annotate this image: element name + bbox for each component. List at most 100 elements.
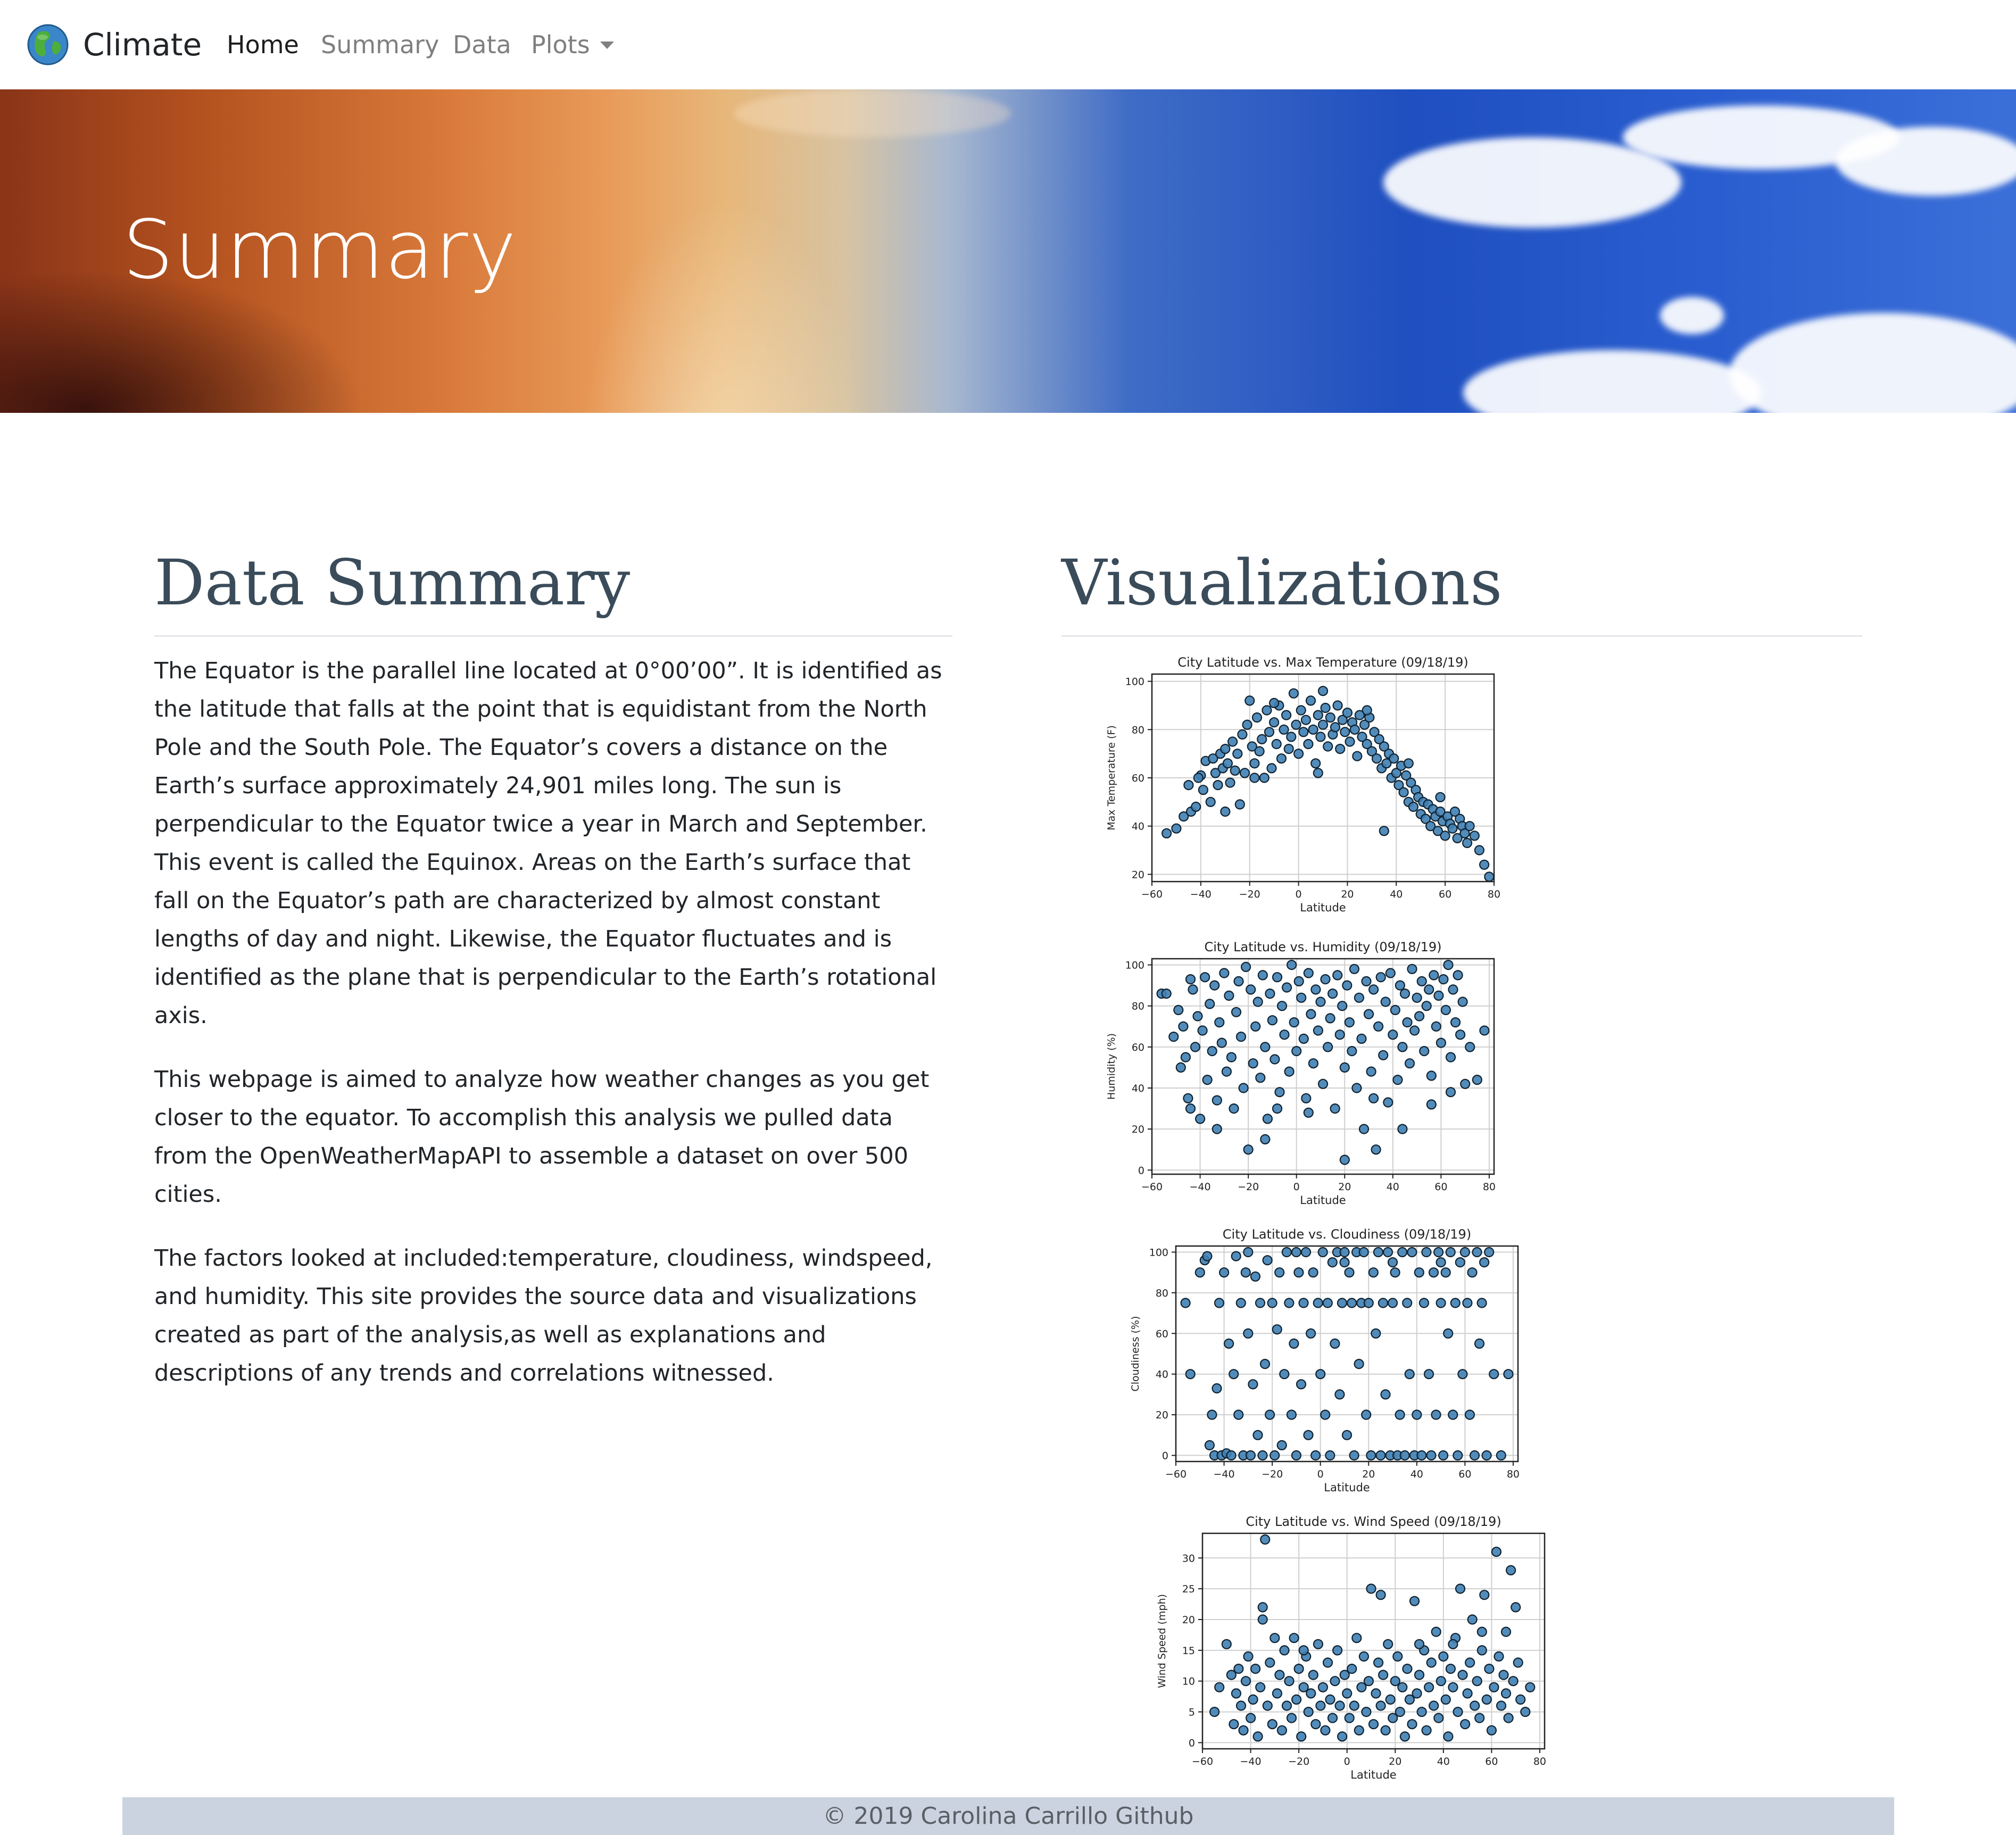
data-point [1248, 1694, 1258, 1705]
x-tick-label: −20 [1288, 1756, 1309, 1767]
x-tick-label: 20 [1341, 889, 1354, 900]
data-point [1240, 1676, 1251, 1687]
data-point [1423, 1369, 1434, 1380]
data-point [1325, 1013, 1335, 1024]
data-point [1421, 1247, 1432, 1258]
x-tick-label: −20 [1262, 1468, 1283, 1480]
data-point [1347, 1046, 1357, 1057]
data-point [1185, 974, 1196, 985]
humidity-chart[interactable]: City Latitude vs. Humidity (09/18/19) −60… [1069, 936, 1500, 1221]
y-tick-label: 60 [1132, 1042, 1144, 1053]
nav-summary[interactable]: Summary [321, 28, 439, 62]
data-point [1243, 1651, 1254, 1662]
data-point [1288, 688, 1299, 699]
data-point [1445, 1087, 1456, 1098]
x-tick-label: −40 [1190, 889, 1212, 900]
data-point [1204, 1440, 1215, 1450]
data-point [1212, 1124, 1222, 1134]
data-point [1481, 1694, 1492, 1705]
data-point [1378, 1670, 1389, 1680]
y-tick-label: 80 [1156, 1288, 1168, 1299]
data-point [1270, 1633, 1280, 1643]
visualizations-heading: Visualizations [1061, 546, 1503, 619]
data-point [1402, 1298, 1413, 1308]
data-point [1368, 984, 1379, 995]
data-point [1399, 988, 1411, 999]
data-point [1291, 719, 1301, 730]
chevron-down-icon[interactable] [600, 41, 614, 49]
data-point [1433, 1713, 1444, 1723]
data-point [1426, 1450, 1437, 1461]
data-point [1178, 1021, 1189, 1032]
data-point [1251, 712, 1263, 723]
x-tick-label: 40 [1387, 1181, 1399, 1193]
data-point [1366, 1583, 1376, 1594]
data-point [1272, 1324, 1282, 1335]
x-tick-label: 60 [1485, 1756, 1498, 1767]
data-point [1298, 1298, 1309, 1308]
data-point [1308, 1267, 1318, 1278]
data-point [1207, 1046, 1217, 1057]
data-point [1233, 1664, 1244, 1674]
nav-home[interactable]: Home [227, 28, 299, 62]
data-point [1315, 1700, 1326, 1711]
data-point [1486, 1725, 1497, 1736]
y-tick-label: 25 [1182, 1583, 1195, 1595]
data-point [1227, 736, 1238, 747]
nav-plots-dropdown[interactable]: Plots [531, 28, 590, 62]
data-point [1224, 990, 1234, 1001]
data-point [1424, 984, 1434, 995]
data-point [1209, 980, 1220, 991]
summary-paragraph: This webpage is aimed to analyze how wea… [154, 1066, 930, 1208]
data-point [1237, 729, 1248, 740]
data-point [1279, 1369, 1290, 1380]
data-point [1409, 1025, 1420, 1036]
data-point [1479, 859, 1490, 870]
data-point [1520, 1707, 1531, 1717]
data-point [1525, 1682, 1536, 1692]
data-point [1453, 1707, 1463, 1717]
x-tick-label: 60 [1439, 889, 1451, 900]
data-point [1317, 719, 1329, 730]
data-point [1328, 988, 1338, 999]
data-point [1270, 1054, 1280, 1065]
data-point [1472, 1247, 1482, 1258]
data-point [1436, 1676, 1446, 1687]
data-point [1332, 700, 1343, 711]
cloudiness-chart[interactable]: City Latitude vs. Cloudiness (09/18/19) −… [1093, 1224, 1524, 1508]
data-point [1496, 1450, 1506, 1461]
data-point [1494, 1651, 1504, 1662]
brand-link[interactable]: Climate [27, 22, 202, 67]
data-point [1286, 732, 1297, 742]
data-point [1235, 1298, 1246, 1308]
data-point [1438, 974, 1449, 985]
data-point [1259, 773, 1270, 783]
data-point [1455, 1583, 1466, 1594]
x-tick-label: 40 [1411, 1468, 1423, 1480]
data-point [1317, 1247, 1328, 1258]
data-point [1474, 1713, 1485, 1723]
footer-text[interactable]: © 2019 Carolina Carrillo Github [823, 1803, 1194, 1830]
x-tick-label: −40 [1240, 1756, 1262, 1767]
data-point [1216, 1037, 1227, 1048]
data-point [1209, 1707, 1220, 1717]
data-point [1284, 1066, 1295, 1077]
data-point [1291, 1046, 1302, 1057]
data-point [1440, 1004, 1451, 1015]
y-tick-label: 40 [1132, 821, 1144, 833]
x-tick-label: −60 [1192, 1756, 1213, 1767]
data-point [1317, 1078, 1329, 1089]
data-point [1479, 1590, 1490, 1600]
data-point [1281, 1700, 1292, 1711]
data-point [1279, 1645, 1290, 1656]
data-point [1373, 1657, 1384, 1668]
temperature-chart[interactable]: City Latitude vs. Max Temperature (09/18… [1069, 652, 1500, 928]
data-point [1402, 1664, 1413, 1674]
data-point [1469, 1450, 1480, 1461]
data-point [1508, 1676, 1519, 1687]
wind-speed-chart[interactable]: City Latitude vs. Wind Speed (09/18/19) −… [1120, 1511, 1551, 1796]
data-point [1450, 1298, 1461, 1308]
data-point [1443, 1328, 1454, 1339]
data-point [1320, 974, 1331, 985]
nav-data[interactable]: Data [453, 28, 511, 62]
